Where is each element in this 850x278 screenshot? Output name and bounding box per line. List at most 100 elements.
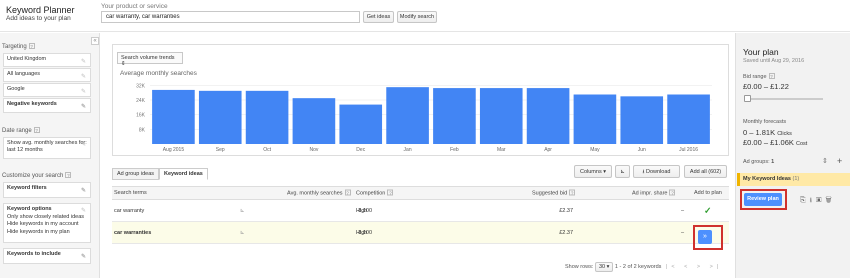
chart-bar[interactable] bbox=[433, 88, 476, 144]
clicks-value: 0 – 1.81K bbox=[743, 128, 776, 137]
table-header: Search terms Avg. monthly searches? Comp… bbox=[112, 186, 729, 200]
chart-type-dropdown[interactable]: Search volume trends ⇕ bbox=[117, 52, 183, 67]
app-title: Keyword Planner bbox=[6, 5, 75, 15]
pencil-icon[interactable]: ✎ bbox=[81, 58, 86, 65]
chart-bar[interactable] bbox=[479, 88, 523, 144]
pencil-icon[interactable]: ✎ bbox=[81, 208, 86, 216]
first-page-icon[interactable]: |< bbox=[666, 264, 679, 270]
x-tick-label: Sep bbox=[216, 147, 225, 153]
add-all-button[interactable]: Add all (602) bbox=[684, 165, 727, 178]
target-network[interactable]: Google ✎ bbox=[3, 83, 91, 97]
table-row: car warranties ⊾ 8,100 High £2.37 – bbox=[112, 222, 729, 244]
download-button[interactable]: ⭳ Download bbox=[633, 165, 680, 178]
date-range-box[interactable]: Show avg. monthly searches for: last 12 … bbox=[3, 137, 91, 159]
keyword-option-item: Hide keywords in my plan bbox=[7, 228, 70, 235]
help-icon[interactable]: ? bbox=[65, 172, 72, 178]
header-ad-impr-share[interactable]: Ad impr. share? bbox=[632, 189, 676, 197]
bid-range-text: Bid range bbox=[743, 74, 767, 80]
impr-share-value: – bbox=[681, 229, 685, 236]
app-subtitle: Add ideas to your plan bbox=[6, 15, 71, 22]
add-group-icon[interactable]: + bbox=[837, 156, 842, 166]
chart-bar[interactable] bbox=[245, 90, 289, 144]
chart-bar[interactable] bbox=[152, 89, 195, 144]
trend-chart-icon[interactable]: ⊾ bbox=[240, 230, 245, 236]
help-icon[interactable]: ? bbox=[28, 43, 35, 49]
x-tick-label: Apr bbox=[544, 147, 552, 153]
target-language[interactable]: All languages ✎ bbox=[3, 68, 91, 82]
keyword-option-item: Only show closely related ideas bbox=[7, 213, 85, 220]
pencil-icon[interactable]: ✎ bbox=[81, 142, 86, 149]
chart-bar[interactable] bbox=[620, 96, 664, 144]
negative-keywords[interactable]: Negative keywords ✎ bbox=[3, 98, 91, 113]
delete-icon[interactable]: 🗑 bbox=[825, 197, 835, 204]
copy-icon[interactable]: ⎘ bbox=[800, 197, 810, 204]
pencil-icon[interactable]: ✎ bbox=[81, 88, 86, 95]
help-icon[interactable]: ? bbox=[669, 189, 676, 196]
x-tick-label: Aug 2015 bbox=[163, 147, 185, 153]
modify-search-button[interactable]: Modify search bbox=[397, 11, 437, 23]
keyword-term[interactable]: car warranty bbox=[114, 208, 144, 214]
product-search-input[interactable] bbox=[101, 11, 360, 23]
header-search-terms[interactable]: Search terms bbox=[114, 190, 147, 196]
y-tick-label: 8K bbox=[139, 127, 146, 133]
chart-bar[interactable] bbox=[198, 90, 242, 144]
help-icon[interactable]: ? bbox=[569, 189, 576, 196]
ad-groups-text: Ad groups: bbox=[743, 159, 770, 165]
targeting-section: Targeting? bbox=[2, 43, 35, 50]
cost-value: £0.00 – £1.06K bbox=[743, 138, 794, 147]
review-plan-button[interactable]: Review plan bbox=[744, 193, 782, 206]
header-competition[interactable]: Competition? bbox=[356, 189, 394, 197]
caret-down-icon: ▾ bbox=[606, 264, 610, 270]
chart-bar[interactable] bbox=[573, 94, 617, 145]
chart-bar[interactable] bbox=[386, 87, 429, 144]
help-icon[interactable]: ? bbox=[768, 73, 775, 79]
search-volume-chart: 32K 24K 16K 8K Aug 2015 Sep Oct Nov Dec Jan Feb Mar… bbox=[136, 83, 712, 153]
keyword-options[interactable]: Keyword options Only show closely relate… bbox=[3, 203, 91, 243]
ad-group-name[interactable]: My Keyword Ideas (1) bbox=[743, 176, 799, 182]
trend-chart-icon[interactable]: ⊾ bbox=[240, 208, 245, 214]
caret-down-icon: ▾ bbox=[603, 169, 606, 175]
x-tick-label: Oct bbox=[263, 147, 271, 153]
last-page-icon[interactable]: >| bbox=[710, 264, 723, 270]
add-to-plan-button[interactable]: » bbox=[698, 230, 712, 244]
download-icon: ⭳ bbox=[642, 169, 645, 175]
chart-bar[interactable] bbox=[667, 94, 710, 145]
help-icon[interactable]: ? bbox=[387, 189, 394, 196]
help-icon[interactable]: ? bbox=[344, 189, 351, 196]
keyword-filters[interactable]: Keyword filters ✎ bbox=[3, 182, 91, 198]
tab-keyword-ideas[interactable]: Keyword ideas bbox=[159, 168, 208, 180]
header-impr-label: Ad impr. share bbox=[632, 190, 668, 197]
header-suggested-bid[interactable]: Suggested bid? bbox=[532, 189, 576, 197]
chart-bar[interactable] bbox=[526, 88, 570, 144]
sort-icon[interactable]: ⇕ bbox=[822, 157, 828, 165]
suggested-bid-value: £2.37 bbox=[559, 207, 573, 214]
target-location[interactable]: United Kingdom ✎ bbox=[3, 53, 91, 67]
ad-groups-label: Ad groups: 1 bbox=[743, 159, 774, 165]
next-page-icon[interactable]: > bbox=[697, 264, 704, 270]
chart-toggle-button[interactable]: ⊾ bbox=[615, 165, 630, 178]
chart-bar[interactable] bbox=[292, 98, 336, 144]
bid-slider-handle[interactable] bbox=[744, 95, 751, 102]
get-ideas-button[interactable]: Get ideas bbox=[363, 11, 394, 23]
pencil-icon[interactable]: ✎ bbox=[81, 73, 86, 80]
x-tick-label: Jul 2016 bbox=[679, 147, 698, 153]
chart-bar[interactable] bbox=[339, 104, 383, 144]
rows-per-page-select[interactable]: 30 ▾ bbox=[594, 262, 614, 272]
plan-title: Your plan bbox=[743, 47, 779, 57]
bid-slider-track[interactable] bbox=[745, 98, 823, 100]
pagination-controls[interactable]: |< < > >| bbox=[666, 264, 722, 270]
header-avg-searches[interactable]: Avg. monthly searches? bbox=[287, 189, 351, 197]
keywords-to-include[interactable]: Keywords to include ✎ bbox=[3, 248, 91, 264]
plan-actions: ⎘⭳▣🗑 bbox=[800, 196, 836, 207]
x-tick-label: Dec bbox=[356, 147, 365, 153]
save-icon[interactable]: ▣ bbox=[816, 197, 825, 204]
prev-page-icon[interactable]: < bbox=[684, 264, 691, 270]
keyword-term[interactable]: car warranties bbox=[114, 230, 151, 236]
help-icon[interactable]: ? bbox=[33, 127, 40, 133]
pencil-icon[interactable]: ✎ bbox=[81, 103, 86, 110]
pencil-icon[interactable]: ✎ bbox=[81, 253, 86, 260]
pencil-icon[interactable]: ✎ bbox=[81, 187, 86, 194]
collapse-sidebar-button[interactable]: « bbox=[91, 37, 99, 45]
columns-button[interactable]: Columns ▾ bbox=[574, 165, 612, 178]
tab-ad-group-ideas[interactable]: Ad group ideas bbox=[112, 168, 159, 180]
